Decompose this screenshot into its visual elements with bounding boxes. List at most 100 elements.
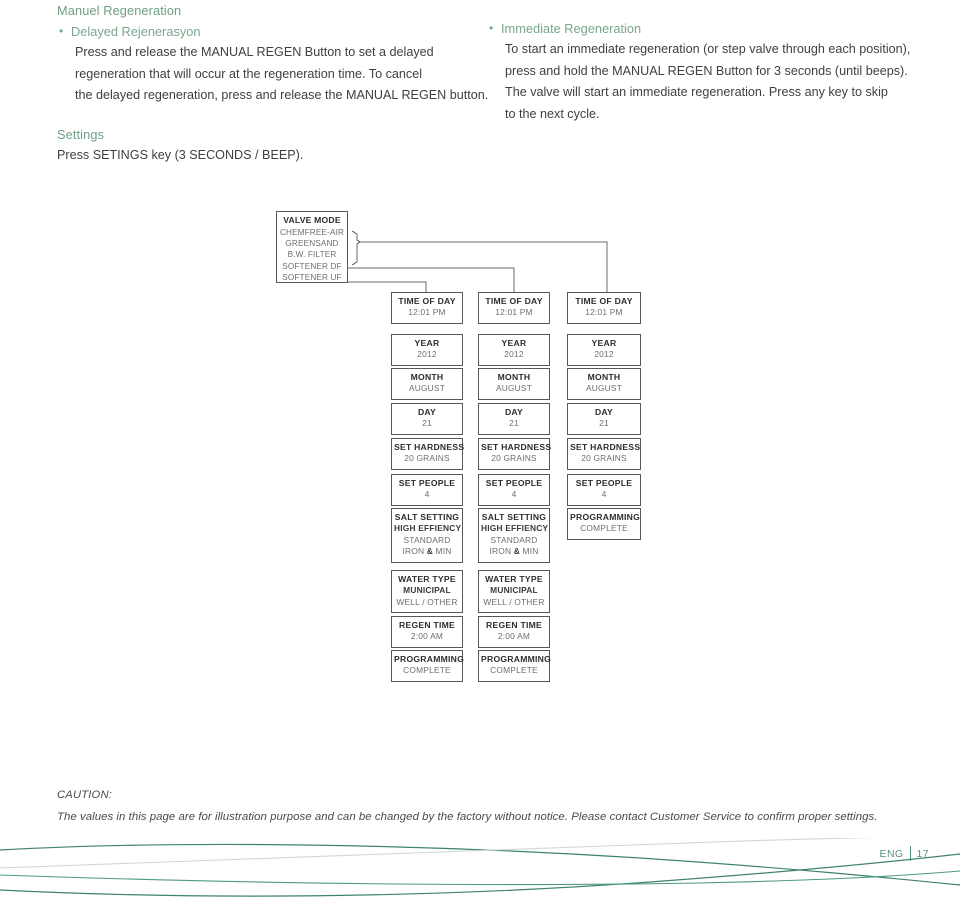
- node-softener-df-programming: PROGRAMMING COMPLETE: [478, 650, 552, 682]
- node-value: 4: [511, 489, 517, 500]
- node-title: PROGRAMMING: [481, 654, 552, 664]
- valve-mode-option-softener-df: SOFTENER DF: [282, 261, 342, 271]
- node-value: MUNICIPAL: [403, 585, 451, 596]
- caution-label: CAUTION:: [57, 789, 113, 801]
- footer-curve-4: [0, 870, 960, 886]
- node-value: MUNICIPAL: [490, 585, 538, 596]
- node-filter-modes-programming: PROGRAMMING COMPLETE: [567, 508, 641, 540]
- node-softener-uf-set-hardness: SET HARDNESS 20 GRAINS: [391, 438, 465, 470]
- connector-to-column-2: [348, 267, 515, 292]
- node-value: AUGUST: [408, 383, 446, 394]
- node-softener-df-regen-time: REGEN TIME 2:00 AM: [478, 616, 550, 648]
- page-number: 17: [916, 847, 929, 860]
- node-softener-uf-month: MONTH AUGUST: [391, 368, 463, 400]
- footer-curve-3: [0, 838, 874, 869]
- programming-flowchart: VALVE MODE CHEMFREE-AIR GREENSAND B.W. F…: [0, 0, 960, 760]
- node-title: YEAR: [501, 338, 527, 348]
- node-softener-df-set-hardness: SET HARDNESS 20 GRAINS: [478, 438, 552, 470]
- node-title: PROGRAMMING: [570, 512, 641, 522]
- node-softener-df-salt-setting: SALT SETTING HIGH EFFIENCY STANDARD IRON & …: [478, 508, 550, 563]
- node-title: REGEN TIME: [486, 620, 542, 630]
- node-title: SET PEOPLE: [485, 478, 543, 488]
- node-valve-mode: VALVE MODE CHEMFREE-AIR GREENSAND B.W. F…: [276, 211, 348, 283]
- valve-mode-option-bw-filter: B.W. FILTER: [287, 250, 337, 260]
- node-value: COMPLETE: [403, 665, 451, 676]
- node-value: WELL / OTHER: [396, 596, 458, 607]
- node-title: TIME OF DAY: [398, 296, 456, 306]
- node-title: MONTH: [497, 372, 531, 382]
- node-title: YEAR: [591, 338, 617, 348]
- node-value: 20 GRAINS: [404, 453, 450, 464]
- node-title: TIME OF DAY: [575, 296, 633, 306]
- node-title: PROGRAMMING: [394, 654, 465, 664]
- connector-to-column-3: [360, 241, 608, 292]
- node-value: 12:01 PM: [408, 307, 446, 318]
- node-value: 2012: [594, 349, 614, 360]
- node-title: YEAR: [414, 338, 440, 348]
- node-value: WELL / OTHER: [483, 596, 545, 607]
- node-softener-uf-year: YEAR 2012: [391, 334, 463, 366]
- node-softener-uf-water-type: WATER TYPE MUNICIPAL WELL / OTHER: [391, 570, 463, 614]
- node-softener-df-water-type: WATER TYPE MUNICIPAL WELL / OTHER: [478, 570, 550, 614]
- node-softener-df-month: MONTH AUGUST: [478, 368, 550, 400]
- node-title: TIME OF DAY: [485, 296, 543, 306]
- node-title: REGEN TIME: [399, 620, 455, 630]
- node-filter-modes-day: DAY 21: [567, 403, 641, 435]
- node-filter-modes-set-hardness: SET HARDNESS 20 GRAINS: [567, 438, 641, 470]
- valve-mode-option-chemfree-air: CHEMFREE-AIR: [279, 227, 345, 237]
- node-value: AUGUST: [495, 383, 533, 394]
- node-value: 2:00 AM: [410, 631, 444, 642]
- node-value: HIGH EFFIENCY: [481, 523, 549, 534]
- node-value: IRON & MIN: [489, 546, 539, 557]
- node-softener-df-year: YEAR 2012: [478, 334, 550, 366]
- node-filter-modes-year: YEAR 2012: [567, 334, 641, 366]
- node-softener-uf-time-of-day: TIME OF DAY 12:01 PM: [391, 292, 463, 324]
- node-title: SET HARDNESS: [394, 442, 465, 452]
- node-softener-uf-day: DAY 21: [391, 403, 463, 435]
- node-title: SET PEOPLE: [575, 478, 633, 488]
- caution-body: The values in this page are for illustra…: [57, 811, 878, 823]
- node-softener-uf-salt-setting: SALT SETTING HIGH EFFIENCY STANDARD IRON & …: [391, 508, 463, 563]
- node-value: 12:01 PM: [585, 307, 623, 318]
- node-title: MONTH: [587, 372, 621, 382]
- node-value: COMPLETE: [490, 665, 538, 676]
- page-marker: ENG 17: [880, 846, 929, 861]
- footer-decoration: [0, 838, 960, 897]
- node-value: STANDARD: [403, 534, 451, 545]
- node-title: SET HARDNESS: [570, 442, 641, 452]
- page-marker-divider: [909, 846, 911, 861]
- node-filter-modes-time-of-day: TIME OF DAY 12:01 PM: [567, 292, 641, 324]
- node-title: WATER TYPE: [398, 574, 456, 584]
- node-value: 21: [599, 418, 609, 429]
- node-value: 21: [509, 418, 519, 429]
- node-softener-uf-regen-time: REGEN TIME 2:00 AM: [391, 616, 463, 648]
- valve-mode-title: VALVE MODE: [283, 215, 341, 225]
- node-value: 2012: [504, 349, 524, 360]
- language-code: ENG: [879, 847, 904, 860]
- node-softener-df-day: DAY 21: [478, 403, 550, 435]
- node-value: 2012: [417, 349, 437, 360]
- node-value: STANDARD: [490, 534, 538, 545]
- node-value: AUGUST: [585, 383, 623, 394]
- node-value: 2:00 AM: [497, 631, 531, 642]
- footer-curve-2: [0, 853, 960, 897]
- valve-mode-option-softener-uf: SOFTENER UF: [282, 273, 342, 283]
- node-title: SET PEOPLE: [398, 478, 456, 488]
- node-softener-df-time-of-day: TIME OF DAY 12:01 PM: [478, 292, 550, 324]
- node-value: 21: [422, 418, 432, 429]
- node-value: HIGH EFFIENCY: [394, 523, 462, 534]
- node-value: 20 GRAINS: [581, 453, 627, 464]
- mode-group-brace: [351, 230, 361, 266]
- valve-mode-option-greensand: GREENSAND: [285, 238, 339, 248]
- node-value: IRON & MIN: [402, 546, 452, 557]
- node-value: 4: [424, 489, 430, 500]
- node-title: DAY: [594, 407, 614, 417]
- node-title: SALT SETTING: [394, 512, 460, 522]
- node-filter-modes-set-people: SET PEOPLE 4: [567, 474, 641, 506]
- node-softener-uf-programming: PROGRAMMING COMPLETE: [391, 650, 465, 682]
- node-title: DAY: [504, 407, 524, 417]
- node-title: SALT SETTING: [481, 512, 547, 522]
- node-value: COMPLETE: [580, 523, 628, 534]
- node-title: SET HARDNESS: [481, 442, 552, 452]
- node-softener-uf-set-people: SET PEOPLE 4: [391, 474, 463, 506]
